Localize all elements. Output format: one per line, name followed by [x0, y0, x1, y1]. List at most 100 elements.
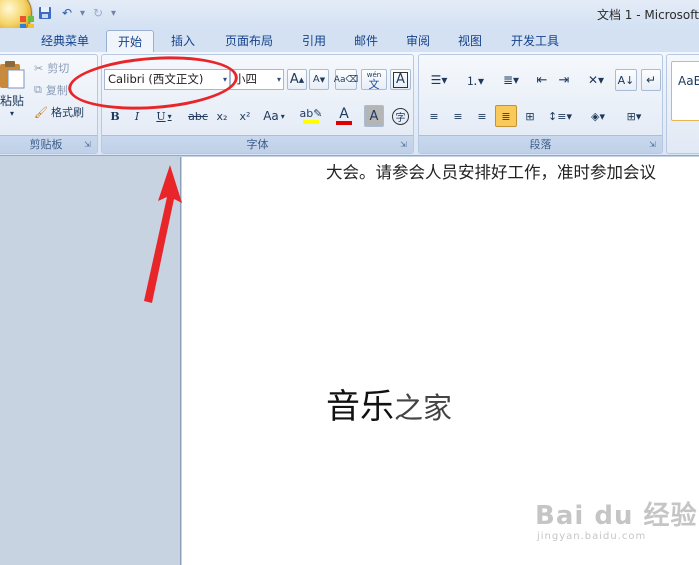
- align-left-button[interactable]: ≡: [423, 105, 445, 127]
- bullets-button[interactable]: ☰▾: [423, 69, 455, 91]
- window-title: 文档 1 - Microsoft: [596, 8, 699, 22]
- font-color-icon: A: [339, 106, 349, 122]
- tab-insert[interactable]: 插入: [160, 30, 206, 52]
- highlighter-icon: ab✎: [299, 107, 323, 120]
- align-center-button[interactable]: ≡: [447, 105, 469, 127]
- subscript-icon: x₂: [216, 109, 228, 123]
- sort-icon: A↓: [617, 73, 635, 87]
- distributed-align-button[interactable]: ⊞: [519, 105, 541, 127]
- paragraph-dialog-launcher-icon[interactable]: ⇲: [649, 140, 659, 150]
- numbering-button[interactable]: ⒈▾: [459, 69, 491, 91]
- tab-developer[interactable]: 开发工具: [502, 30, 568, 52]
- redo-icon[interactable]: ↻: [89, 4, 107, 22]
- annotation-arrow-icon: [144, 165, 182, 303]
- paste-label: 粘贴: [0, 94, 24, 108]
- pinyin-guide-button[interactable]: wén 文: [361, 69, 387, 90]
- distributed-align-icon: ⊞: [525, 109, 535, 123]
- increase-indent-button[interactable]: ⇥: [553, 69, 575, 91]
- sort-button[interactable]: A↓: [615, 69, 637, 91]
- format-painter-button[interactable]: 🖌 格式刷: [33, 103, 85, 121]
- baidu-watermark: Bai du 经验 jingyan.baidu.com: [535, 495, 698, 542]
- line-spacing-button[interactable]: ↕≡▾: [545, 105, 575, 127]
- shading-button[interactable]: ◈▾: [581, 105, 615, 127]
- character-shading-button[interactable]: A: [364, 105, 384, 127]
- copy-button[interactable]: ⧉ 复制: [33, 81, 69, 99]
- paste-button[interactable]: 粘贴 ▾: [0, 59, 29, 121]
- watermark-logo: Bai du 经验: [535, 501, 698, 531]
- clipboard-dialog-launcher-icon[interactable]: ⇲: [84, 140, 94, 150]
- change-case-button[interactable]: Aa ▾: [258, 105, 290, 127]
- chinese-layout-button[interactable]: ✕▾: [581, 69, 611, 91]
- decrease-indent-icon: ⇤: [536, 72, 548, 88]
- enclose-characters-icon: 字: [392, 107, 409, 125]
- tab-mailings[interactable]: 邮件: [344, 30, 388, 52]
- paragraph-mark-icon: ↵: [645, 73, 657, 87]
- chinese-layout-icon: ✕▾: [587, 73, 605, 87]
- tab-review[interactable]: 审阅: [396, 30, 440, 52]
- enclose-characters-button[interactable]: 字: [390, 105, 411, 127]
- grow-font-button[interactable]: A ▲: [287, 69, 307, 90]
- justify-button[interactable]: ≣: [495, 105, 517, 127]
- strikethrough-icon: abc: [188, 109, 208, 123]
- tab-view[interactable]: 视图: [448, 30, 492, 52]
- line-spacing-icon: ↕≡▾: [548, 109, 572, 123]
- save-icon[interactable]: [36, 4, 54, 22]
- align-right-button[interactable]: ≡: [471, 105, 493, 127]
- align-center-icon: ≡: [453, 109, 463, 123]
- tab-references[interactable]: 引用: [292, 30, 336, 52]
- superscript-icon: x²: [239, 109, 251, 123]
- heading-small-text: 之家: [394, 391, 453, 425]
- cut-button[interactable]: ✂ 剪切: [33, 59, 70, 77]
- shrink-font-icon: A: [312, 74, 320, 85]
- title-bar: ↶ ▾ ↻ ▾ 文档 1 - Microsoft: [0, 0, 699, 36]
- change-case-icon: Aa: [263, 109, 279, 123]
- format-painter-icon: 🖌: [34, 105, 48, 119]
- bullets-icon: ☰▾: [430, 73, 448, 87]
- character-border-icon: A: [393, 71, 408, 88]
- underline-icon: U: [156, 109, 166, 123]
- document-heading: 音乐之家: [326, 379, 452, 428]
- character-shading-icon: A: [369, 108, 379, 124]
- font-size-combo[interactable]: 小四 ▾: [230, 69, 284, 90]
- strikethrough-button[interactable]: abc: [186, 105, 210, 127]
- clear-formatting-button[interactable]: Aa⌫: [333, 69, 359, 90]
- superscript-button[interactable]: x²: [235, 105, 255, 127]
- style-normal-button[interactable]: AaB: [671, 61, 699, 121]
- undo-dropdown-icon[interactable]: ▾: [80, 8, 85, 19]
- font-group-label: 字体: [102, 135, 413, 153]
- paragraph-group: ☰▾ ⒈▾ ≣▾ ⇤ ⇥ ✕▾ A↓ ↵ ≡ ≡ ≡ ≣ ⊞ ↕≡▾ ◈▾ ⊞▾…: [418, 54, 663, 154]
- justify-icon: ≣: [501, 109, 511, 123]
- pinyin-guide-label: 文: [368, 77, 380, 91]
- tab-classic-menu[interactable]: 经典菜单: [32, 30, 98, 52]
- tab-home[interactable]: 开始: [106, 30, 154, 52]
- font-dialog-launcher-icon[interactable]: ⇲: [400, 140, 410, 150]
- borders-button[interactable]: ⊞▾: [617, 105, 651, 127]
- multilevel-list-button[interactable]: ≣▾: [495, 69, 527, 91]
- show-marks-button[interactable]: ↵: [641, 69, 661, 91]
- highlight-button[interactable]: ab✎: [296, 105, 326, 127]
- subscript-button[interactable]: x₂: [212, 105, 232, 127]
- align-right-icon: ≡: [477, 109, 487, 123]
- character-border-button[interactable]: A: [390, 69, 411, 90]
- align-left-icon: ≡: [429, 109, 439, 123]
- customize-qat-icon[interactable]: ▾: [111, 8, 116, 19]
- tab-page-layout[interactable]: 页面布局: [216, 30, 282, 52]
- increase-indent-icon: ⇥: [558, 72, 570, 88]
- cut-label: 剪切: [47, 62, 70, 75]
- paste-dropdown-icon: ▾: [9, 109, 14, 118]
- borders-icon: ⊞▾: [626, 109, 642, 123]
- styles-group: AaB: [666, 54, 699, 154]
- ribbon-tabs: 经典菜单 开始 插入 页面布局 引用 邮件 审阅 视图 开发工具: [0, 28, 699, 52]
- heading-large-text: 音乐: [326, 387, 394, 427]
- clipboard-group-label: 剪贴板: [0, 135, 97, 153]
- watermark-url: jingyan.baidu.com: [537, 531, 647, 542]
- font-color-button[interactable]: A: [328, 105, 360, 127]
- clear-formatting-icon: Aa⌫: [333, 74, 359, 85]
- decrease-indent-button[interactable]: ⇤: [531, 69, 553, 91]
- font-size-dropdown-icon[interactable]: ▾: [277, 70, 281, 89]
- document-body-text: 大会。请参会人员安排好工作，准时参加会议: [326, 163, 656, 182]
- shrink-font-button[interactable]: A ▼: [309, 69, 329, 90]
- scissors-icon: ✂: [34, 61, 44, 75]
- copy-icon: ⧉: [34, 83, 42, 96]
- undo-icon[interactable]: ↶: [58, 4, 76, 22]
